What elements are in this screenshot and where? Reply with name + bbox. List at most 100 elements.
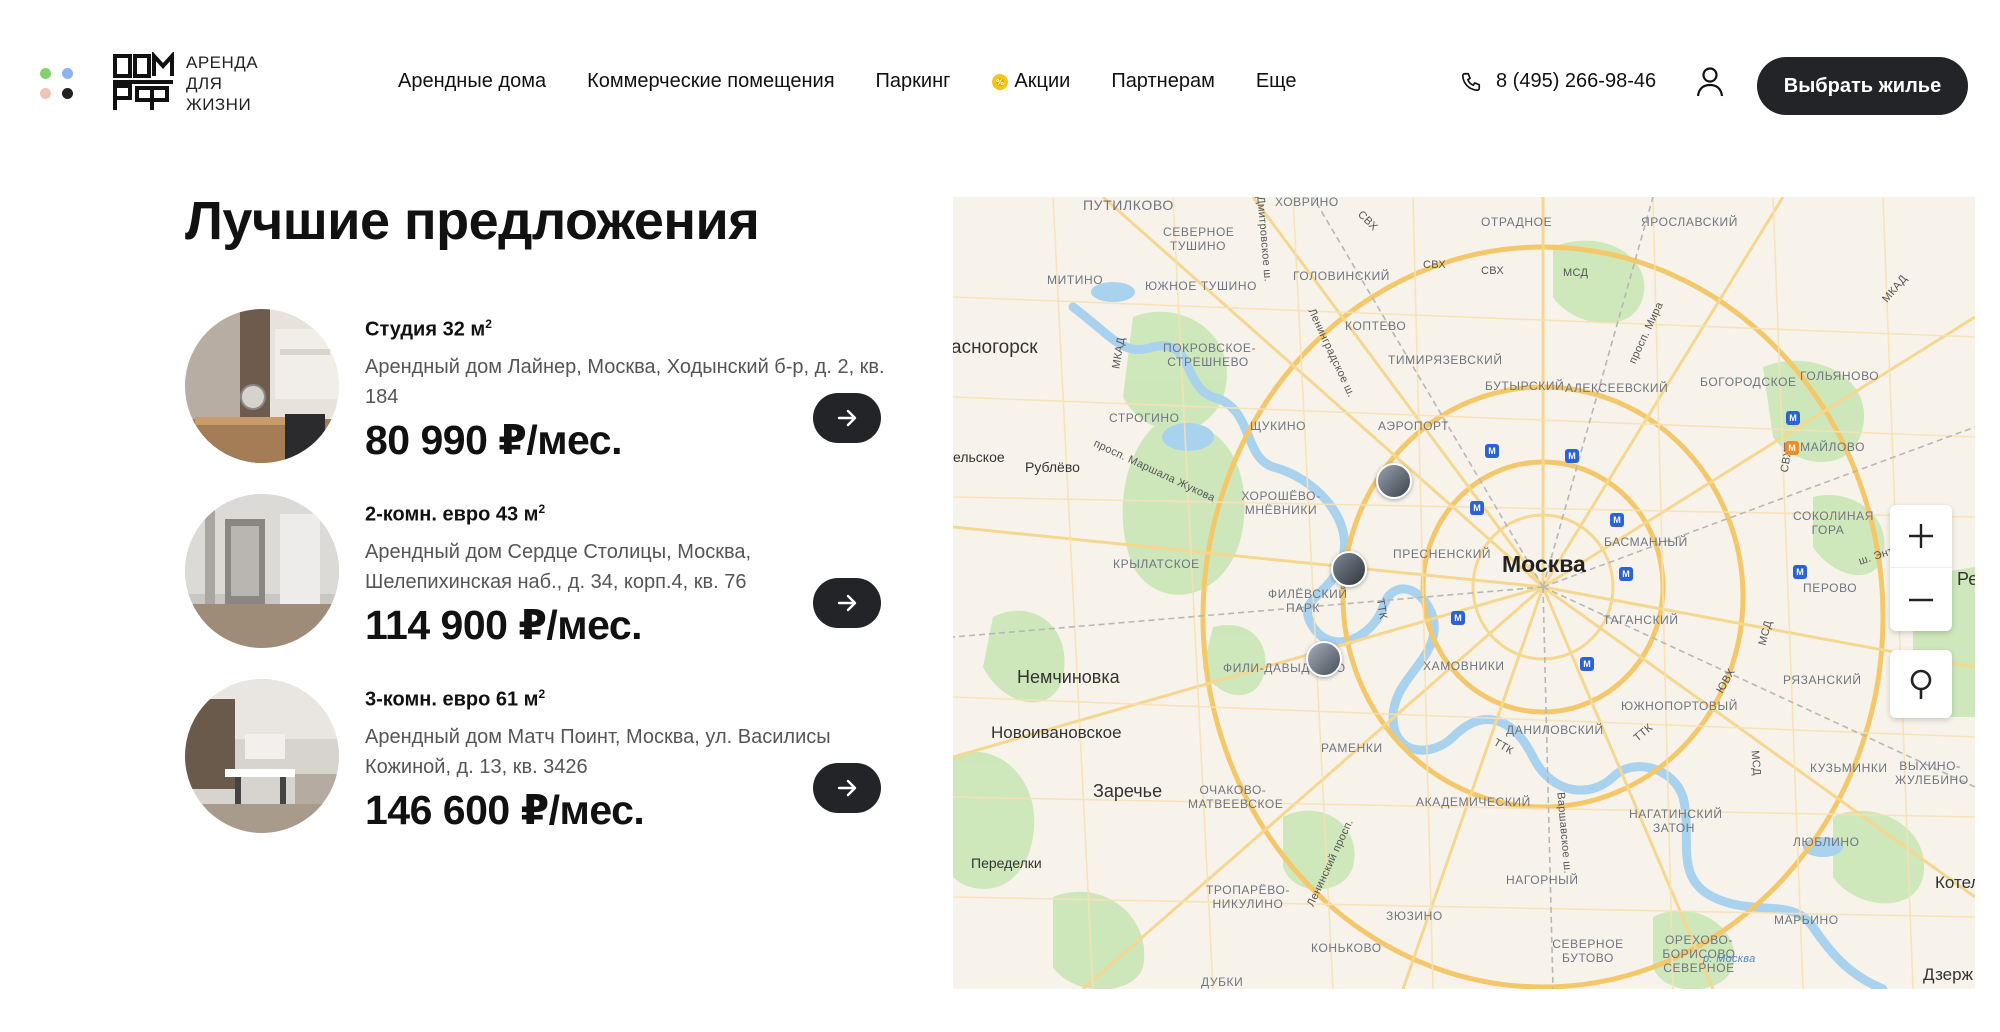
nav-item-rental-houses[interactable]: Арендные дома bbox=[398, 70, 546, 93]
map-road-label: СВХ bbox=[1423, 259, 1447, 271]
offer-open-button[interactable] bbox=[813, 763, 881, 813]
nav-item-promotions[interactable]: % Акции bbox=[991, 70, 1070, 93]
brand-dots bbox=[40, 68, 74, 102]
map-district-label: Зюзино bbox=[1386, 909, 1443, 923]
choose-housing-button[interactable]: Выбрать жилье bbox=[1757, 57, 1968, 115]
metro-icon: M bbox=[1786, 411, 1800, 425]
map-district-label: Таганский bbox=[1603, 613, 1679, 627]
map-property-pin[interactable] bbox=[1376, 463, 1412, 499]
map-district-label: Северное Тушино bbox=[1163, 225, 1235, 253]
offer-info: Студия 32 м2 Арендный дом Лайнер, Москва… bbox=[365, 317, 885, 464]
map-district-label: Люблино bbox=[1793, 835, 1860, 849]
map-district-label: Бутырский bbox=[1485, 379, 1565, 393]
map-district-label: Северное Бутово bbox=[1552, 937, 1624, 965]
arrow-right-icon bbox=[837, 409, 857, 427]
logo-line: АРЕНДА bbox=[186, 53, 259, 72]
arrow-right-icon bbox=[837, 779, 857, 797]
map-district-label: Хамовники bbox=[1423, 659, 1505, 673]
zoom-controls bbox=[1890, 505, 1952, 631]
dom-rf-logo-icon bbox=[113, 52, 174, 110]
offer-open-button[interactable] bbox=[813, 393, 881, 443]
nav-item-commercial[interactable]: Коммерческие помещения bbox=[587, 70, 834, 93]
offer-price: 80 990 ₽/мес. bbox=[365, 416, 623, 463]
brand-dot bbox=[62, 88, 73, 99]
map-city-label: ельское bbox=[953, 449, 1005, 465]
zoom-in-button[interactable] bbox=[1890, 505, 1952, 568]
location-pin-icon bbox=[1910, 669, 1932, 699]
map-district-label: Филёвский парк bbox=[1268, 587, 1348, 615]
offer-photo bbox=[185, 679, 339, 833]
offer-type: Студия 32 м2 bbox=[365, 317, 885, 342]
map-district-label: Перово bbox=[1803, 581, 1858, 595]
map-district-label: Нагорный bbox=[1506, 873, 1579, 887]
metro-icon: M bbox=[1451, 611, 1465, 625]
map-district-label: Митино bbox=[1047, 273, 1104, 287]
map-district-label: Алексеевский bbox=[1565, 381, 1669, 395]
zoom-out-button[interactable] bbox=[1890, 568, 1952, 631]
offer-type-sup: 2 bbox=[485, 317, 492, 331]
map-city-label: Дзерж bbox=[1923, 965, 1973, 984]
nav-item-parking[interactable]: Паркинг bbox=[876, 70, 951, 93]
minus-icon bbox=[1909, 598, 1933, 601]
plus-icon bbox=[1909, 524, 1933, 548]
map-district-label: Гольяново bbox=[1800, 369, 1880, 383]
logo[interactable]: АРЕНДА ДЛЯ ЖИЗНИ bbox=[112, 52, 258, 115]
offer-type: 2-комн. евро 43 м2 bbox=[365, 502, 885, 527]
map-road-label: МСД bbox=[1748, 749, 1763, 777]
metro-icon: M bbox=[1485, 444, 1499, 458]
map-road-label: СВХ bbox=[1481, 265, 1505, 277]
brand-dot bbox=[40, 68, 51, 79]
geolocation-button[interactable] bbox=[1890, 650, 1952, 718]
offer-card[interactable]: Студия 32 м2 Арендный дом Лайнер, Москва… bbox=[185, 309, 885, 469]
logo-line: ДЛЯ bbox=[186, 74, 223, 93]
map-city-label: асногорск bbox=[953, 337, 1038, 358]
map-district-label: Очаково-Матвеевское bbox=[1188, 783, 1284, 811]
map-property-pin[interactable] bbox=[1306, 641, 1342, 677]
offer-price: 146 600 ₽/мес. bbox=[365, 786, 645, 833]
map-district-label: Коньково bbox=[1311, 941, 1382, 955]
offer-open-button[interactable] bbox=[813, 578, 881, 628]
map-capital-label: Москва bbox=[1502, 551, 1586, 577]
offer-card[interactable]: 3-комн. евро 61 м2 Арендный дом Матч Пои… bbox=[185, 679, 885, 839]
map-district-label: Тропарёво-Никулино bbox=[1206, 883, 1290, 911]
offer-photo bbox=[185, 494, 339, 648]
map-district-label: Крылатское bbox=[1113, 557, 1200, 571]
metro-icon: M bbox=[1565, 449, 1579, 463]
brand-dot bbox=[40, 88, 51, 99]
map-district-label: Рязанский bbox=[1783, 673, 1862, 687]
offer-type-text: 2-комн. евро 43 м bbox=[365, 503, 539, 526]
metro-icon: M bbox=[1580, 657, 1594, 671]
map-district-label: Басманный bbox=[1604, 535, 1688, 549]
nav-item-more[interactable]: Еще bbox=[1256, 70, 1297, 93]
map-district-label: Соколиная гора bbox=[1793, 509, 1875, 537]
site-header: АРЕНДА ДЛЯ ЖИЗНИ Арендные дома Коммерчес… bbox=[0, 0, 2000, 170]
metro-icon: M bbox=[1610, 513, 1624, 527]
map-district-label: Аэропорт bbox=[1378, 419, 1449, 433]
offer-card[interactable]: 2-комн. евро 43 м2 Арендный дом Сердце С… bbox=[185, 494, 885, 654]
map-district-label: Ярославский bbox=[1641, 215, 1738, 229]
metro-icon: M bbox=[1470, 501, 1484, 515]
offer-photo-image bbox=[185, 679, 339, 833]
map-district-label: Строгино bbox=[1109, 411, 1180, 425]
metro-icon: M bbox=[1793, 565, 1807, 579]
map-city-label: Заречье bbox=[1093, 781, 1163, 801]
metro-icon: M bbox=[1785, 441, 1799, 455]
offer-type-text: 3-комн. евро 61 м bbox=[365, 688, 539, 711]
map-district-label: Коптево bbox=[1345, 319, 1407, 333]
main-nav: Арендные дома Коммерческие помещения Пар… bbox=[398, 70, 1297, 93]
phone-link[interactable]: 8 (495) 266-98-46 bbox=[1460, 70, 1656, 93]
map-district-label: Тимирязевский bbox=[1388, 353, 1503, 367]
map-city-label: Новоивановское bbox=[991, 723, 1122, 742]
map-district-label: Даниловский bbox=[1506, 723, 1604, 737]
map[interactable]: Путилково Ховрино Отрадное Ярославский С… bbox=[953, 197, 1975, 989]
map-city-label: Переделки bbox=[971, 855, 1042, 871]
map-district-label: Пресненский bbox=[1393, 547, 1492, 561]
map-property-pin[interactable] bbox=[1331, 551, 1367, 587]
user-account-icon[interactable] bbox=[1695, 66, 1725, 98]
sun-badge-icon: % bbox=[992, 73, 1009, 90]
offer-price: 114 900 ₽/мес. bbox=[365, 601, 643, 648]
nav-item-partners[interactable]: Партнерам bbox=[1111, 70, 1215, 93]
map-district-label: Южнопортовый bbox=[1621, 699, 1738, 713]
logo-text: АРЕНДА ДЛЯ ЖИЗНИ bbox=[186, 52, 258, 115]
map-district-label: Отрадное bbox=[1481, 215, 1553, 229]
